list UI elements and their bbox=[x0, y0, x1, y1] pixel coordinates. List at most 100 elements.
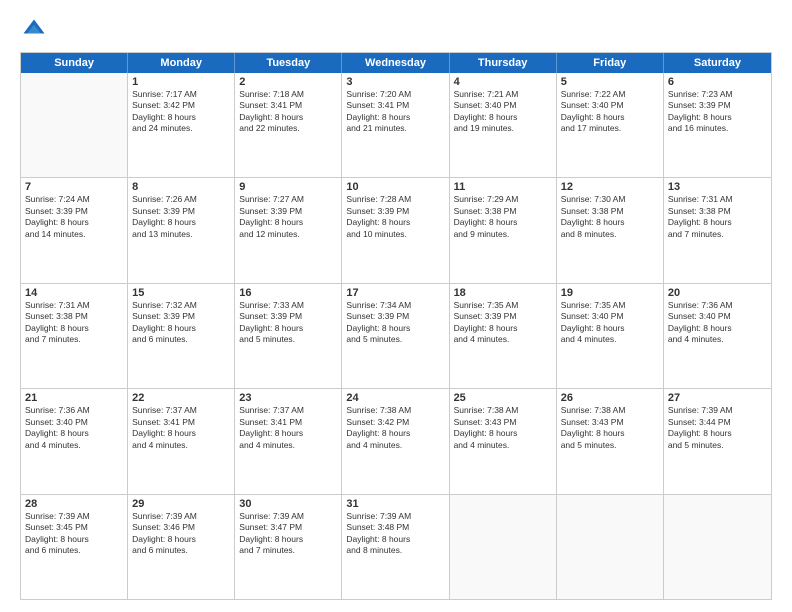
cell-details: Sunrise: 7:38 AMSunset: 3:42 PMDaylight:… bbox=[346, 405, 444, 451]
calendar-cell-r2c4: 18Sunrise: 7:35 AMSunset: 3:39 PMDayligh… bbox=[450, 284, 557, 388]
cell-details: Sunrise: 7:30 AMSunset: 3:38 PMDaylight:… bbox=[561, 194, 659, 240]
day-number: 17 bbox=[346, 287, 444, 299]
day-number: 9 bbox=[239, 181, 337, 193]
day-number: 8 bbox=[132, 181, 230, 193]
calendar-cell-r3c1: 22Sunrise: 7:37 AMSunset: 3:41 PMDayligh… bbox=[128, 389, 235, 493]
cell-details: Sunrise: 7:31 AMSunset: 3:38 PMDaylight:… bbox=[25, 300, 123, 346]
cell-details: Sunrise: 7:18 AMSunset: 3:41 PMDaylight:… bbox=[239, 89, 337, 135]
calendar-cell-r0c0 bbox=[21, 73, 128, 177]
day-number: 31 bbox=[346, 498, 444, 510]
day-number: 25 bbox=[454, 392, 552, 404]
cell-details: Sunrise: 7:26 AMSunset: 3:39 PMDaylight:… bbox=[132, 194, 230, 240]
cell-details: Sunrise: 7:35 AMSunset: 3:39 PMDaylight:… bbox=[454, 300, 552, 346]
calendar-cell-r2c6: 20Sunrise: 7:36 AMSunset: 3:40 PMDayligh… bbox=[664, 284, 771, 388]
calendar-cell-r1c2: 9Sunrise: 7:27 AMSunset: 3:39 PMDaylight… bbox=[235, 178, 342, 282]
calendar-body: 1Sunrise: 7:17 AMSunset: 3:42 PMDaylight… bbox=[21, 73, 771, 599]
weekday-header-tuesday: Tuesday bbox=[235, 53, 342, 73]
cell-details: Sunrise: 7:27 AMSunset: 3:39 PMDaylight:… bbox=[239, 194, 337, 240]
calendar-row-3: 14Sunrise: 7:31 AMSunset: 3:38 PMDayligh… bbox=[21, 284, 771, 389]
cell-details: Sunrise: 7:35 AMSunset: 3:40 PMDaylight:… bbox=[561, 300, 659, 346]
cell-details: Sunrise: 7:39 AMSunset: 3:47 PMDaylight:… bbox=[239, 511, 337, 557]
cell-details: Sunrise: 7:38 AMSunset: 3:43 PMDaylight:… bbox=[561, 405, 659, 451]
calendar-cell-r1c6: 13Sunrise: 7:31 AMSunset: 3:38 PMDayligh… bbox=[664, 178, 771, 282]
calendar-row-2: 7Sunrise: 7:24 AMSunset: 3:39 PMDaylight… bbox=[21, 178, 771, 283]
calendar-cell-r3c0: 21Sunrise: 7:36 AMSunset: 3:40 PMDayligh… bbox=[21, 389, 128, 493]
calendar-row-4: 21Sunrise: 7:36 AMSunset: 3:40 PMDayligh… bbox=[21, 389, 771, 494]
cell-details: Sunrise: 7:39 AMSunset: 3:48 PMDaylight:… bbox=[346, 511, 444, 557]
cell-details: Sunrise: 7:36 AMSunset: 3:40 PMDaylight:… bbox=[25, 405, 123, 451]
calendar: SundayMondayTuesdayWednesdayThursdayFrid… bbox=[20, 52, 772, 600]
header bbox=[20, 16, 772, 44]
calendar-cell-r3c6: 27Sunrise: 7:39 AMSunset: 3:44 PMDayligh… bbox=[664, 389, 771, 493]
calendar-cell-r4c5 bbox=[557, 495, 664, 599]
weekday-header-monday: Monday bbox=[128, 53, 235, 73]
calendar-cell-r3c5: 26Sunrise: 7:38 AMSunset: 3:43 PMDayligh… bbox=[557, 389, 664, 493]
calendar-cell-r4c4 bbox=[450, 495, 557, 599]
cell-details: Sunrise: 7:32 AMSunset: 3:39 PMDaylight:… bbox=[132, 300, 230, 346]
weekday-header-thursday: Thursday bbox=[450, 53, 557, 73]
cell-details: Sunrise: 7:28 AMSunset: 3:39 PMDaylight:… bbox=[346, 194, 444, 240]
day-number: 22 bbox=[132, 392, 230, 404]
weekday-header-wednesday: Wednesday bbox=[342, 53, 449, 73]
day-number: 23 bbox=[239, 392, 337, 404]
cell-details: Sunrise: 7:31 AMSunset: 3:38 PMDaylight:… bbox=[668, 194, 767, 240]
cell-details: Sunrise: 7:39 AMSunset: 3:44 PMDaylight:… bbox=[668, 405, 767, 451]
calendar-cell-r2c3: 17Sunrise: 7:34 AMSunset: 3:39 PMDayligh… bbox=[342, 284, 449, 388]
cell-details: Sunrise: 7:23 AMSunset: 3:39 PMDaylight:… bbox=[668, 89, 767, 135]
logo bbox=[20, 16, 52, 44]
cell-details: Sunrise: 7:21 AMSunset: 3:40 PMDaylight:… bbox=[454, 89, 552, 135]
day-number: 15 bbox=[132, 287, 230, 299]
day-number: 11 bbox=[454, 181, 552, 193]
calendar-cell-r0c6: 6Sunrise: 7:23 AMSunset: 3:39 PMDaylight… bbox=[664, 73, 771, 177]
calendar-cell-r1c5: 12Sunrise: 7:30 AMSunset: 3:38 PMDayligh… bbox=[557, 178, 664, 282]
calendar-cell-r2c5: 19Sunrise: 7:35 AMSunset: 3:40 PMDayligh… bbox=[557, 284, 664, 388]
day-number: 20 bbox=[668, 287, 767, 299]
cell-details: Sunrise: 7:22 AMSunset: 3:40 PMDaylight:… bbox=[561, 89, 659, 135]
day-number: 2 bbox=[239, 76, 337, 88]
cell-details: Sunrise: 7:29 AMSunset: 3:38 PMDaylight:… bbox=[454, 194, 552, 240]
day-number: 16 bbox=[239, 287, 337, 299]
day-number: 3 bbox=[346, 76, 444, 88]
day-number: 5 bbox=[561, 76, 659, 88]
cell-details: Sunrise: 7:17 AMSunset: 3:42 PMDaylight:… bbox=[132, 89, 230, 135]
calendar-cell-r0c3: 3Sunrise: 7:20 AMSunset: 3:41 PMDaylight… bbox=[342, 73, 449, 177]
calendar-cell-r1c1: 8Sunrise: 7:26 AMSunset: 3:39 PMDaylight… bbox=[128, 178, 235, 282]
day-number: 19 bbox=[561, 287, 659, 299]
day-number: 30 bbox=[239, 498, 337, 510]
day-number: 28 bbox=[25, 498, 123, 510]
cell-details: Sunrise: 7:33 AMSunset: 3:39 PMDaylight:… bbox=[239, 300, 337, 346]
calendar-cell-r4c6 bbox=[664, 495, 771, 599]
calendar-cell-r3c2: 23Sunrise: 7:37 AMSunset: 3:41 PMDayligh… bbox=[235, 389, 342, 493]
day-number: 4 bbox=[454, 76, 552, 88]
calendar-cell-r4c1: 29Sunrise: 7:39 AMSunset: 3:46 PMDayligh… bbox=[128, 495, 235, 599]
calendar-cell-r0c1: 1Sunrise: 7:17 AMSunset: 3:42 PMDaylight… bbox=[128, 73, 235, 177]
calendar-cell-r1c4: 11Sunrise: 7:29 AMSunset: 3:38 PMDayligh… bbox=[450, 178, 557, 282]
cell-details: Sunrise: 7:37 AMSunset: 3:41 PMDaylight:… bbox=[239, 405, 337, 451]
cell-details: Sunrise: 7:36 AMSunset: 3:40 PMDaylight:… bbox=[668, 300, 767, 346]
weekday-header-sunday: Sunday bbox=[21, 53, 128, 73]
calendar-cell-r1c0: 7Sunrise: 7:24 AMSunset: 3:39 PMDaylight… bbox=[21, 178, 128, 282]
calendar-row-5: 28Sunrise: 7:39 AMSunset: 3:45 PMDayligh… bbox=[21, 495, 771, 599]
calendar-cell-r1c3: 10Sunrise: 7:28 AMSunset: 3:39 PMDayligh… bbox=[342, 178, 449, 282]
cell-details: Sunrise: 7:39 AMSunset: 3:46 PMDaylight:… bbox=[132, 511, 230, 557]
calendar-cell-r4c3: 31Sunrise: 7:39 AMSunset: 3:48 PMDayligh… bbox=[342, 495, 449, 599]
calendar-header: SundayMondayTuesdayWednesdayThursdayFrid… bbox=[21, 53, 771, 73]
cell-details: Sunrise: 7:39 AMSunset: 3:45 PMDaylight:… bbox=[25, 511, 123, 557]
day-number: 12 bbox=[561, 181, 659, 193]
day-number: 24 bbox=[346, 392, 444, 404]
calendar-row-1: 1Sunrise: 7:17 AMSunset: 3:42 PMDaylight… bbox=[21, 73, 771, 178]
day-number: 26 bbox=[561, 392, 659, 404]
cell-details: Sunrise: 7:20 AMSunset: 3:41 PMDaylight:… bbox=[346, 89, 444, 135]
weekday-header-saturday: Saturday bbox=[664, 53, 771, 73]
calendar-cell-r2c2: 16Sunrise: 7:33 AMSunset: 3:39 PMDayligh… bbox=[235, 284, 342, 388]
day-number: 10 bbox=[346, 181, 444, 193]
calendar-cell-r3c4: 25Sunrise: 7:38 AMSunset: 3:43 PMDayligh… bbox=[450, 389, 557, 493]
calendar-cell-r4c2: 30Sunrise: 7:39 AMSunset: 3:47 PMDayligh… bbox=[235, 495, 342, 599]
day-number: 14 bbox=[25, 287, 123, 299]
day-number: 13 bbox=[668, 181, 767, 193]
day-number: 7 bbox=[25, 181, 123, 193]
day-number: 18 bbox=[454, 287, 552, 299]
page: SundayMondayTuesdayWednesdayThursdayFrid… bbox=[0, 0, 792, 612]
calendar-cell-r2c1: 15Sunrise: 7:32 AMSunset: 3:39 PMDayligh… bbox=[128, 284, 235, 388]
cell-details: Sunrise: 7:38 AMSunset: 3:43 PMDaylight:… bbox=[454, 405, 552, 451]
